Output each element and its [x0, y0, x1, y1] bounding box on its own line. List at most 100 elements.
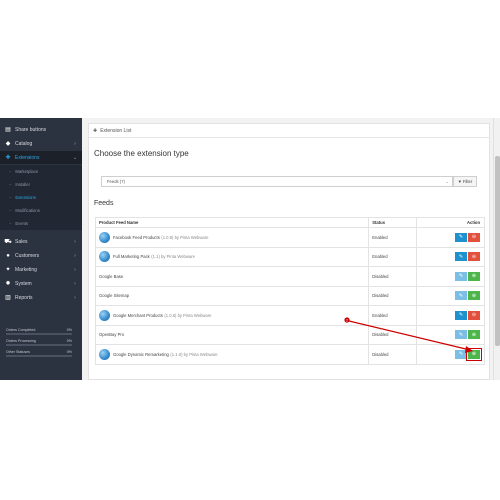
- feed-status: Enabled: [368, 305, 418, 326]
- pencil-icon: ✎: [458, 331, 464, 338]
- feed-name-cell: Facebook Feed Products (1.0.9) by Pinta …: [94, 227, 370, 248]
- puzzle-icon: ✚: [5, 155, 11, 161]
- sidebar-item-customers[interactable]: ● Customers ›: [0, 249, 82, 262]
- table-row: Google Base Disabled ✎ ⊕: [94, 266, 485, 287]
- sidebar-item-catalog[interactable]: ◆ Catalog ›: [0, 137, 82, 150]
- sidebar-subitem-label: Extensions: [15, 195, 36, 200]
- extension-type-select[interactable]: Feeds (7) ⌄: [101, 176, 453, 187]
- sidebar-subitem-installer[interactable]: – Installer: [0, 178, 82, 191]
- sidebar-item-marketing[interactable]: ✦ Marketing ›: [0, 263, 82, 276]
- pencil-icon: ✎: [458, 312, 464, 319]
- order-stat-progress: [6, 333, 72, 335]
- order-stat-value: 0%: [66, 339, 72, 343]
- pencil-icon: ✎: [458, 292, 464, 299]
- feed-name: OpenBay Pro: [99, 332, 125, 338]
- feed-name-cell: OpenBay Pro: [94, 324, 370, 345]
- uninstall-button[interactable]: ⊖: [468, 252, 480, 262]
- pinta-logo-icon: [99, 348, 110, 360]
- install-button[interactable]: ⊕: [468, 291, 480, 301]
- chevron-right-icon: ›: [74, 266, 76, 273]
- feeds-section-title: Feeds: [94, 200, 114, 207]
- cog-icon: ✹: [5, 281, 11, 287]
- feed-name-wrap: OpenBay Pro: [99, 332, 368, 337]
- cart-icon: ⛟: [4, 238, 12, 245]
- uninstall-button[interactable]: ⊖: [468, 310, 480, 320]
- sidebar-item-share-buttons[interactable]: ▤ Share buttons: [0, 123, 82, 136]
- scrollbar-thumb[interactable]: [495, 156, 500, 346]
- chevron-right-icon: ›: [74, 252, 76, 259]
- extension-list-panel: ✚ Extension List Choose the extension ty…: [88, 123, 490, 380]
- sidebar-subitem-label: Marketplace: [15, 169, 39, 174]
- tag-icon: ◆: [5, 141, 11, 147]
- edit-button[interactable]: ✎: [455, 271, 467, 281]
- order-stat-value: 0%: [66, 350, 72, 354]
- sidebar-subitem-modifications[interactable]: – Modifications: [0, 204, 82, 217]
- feed-name: Facebook Feed Products: [113, 234, 160, 240]
- pinta-logo-icon: [99, 231, 110, 243]
- page-scrollbar[interactable]: [493, 118, 500, 380]
- chevron-right-icon: ›: [74, 280, 76, 287]
- table-row: Full Marketing Pack (1.1) by Pinta Webwa…: [94, 246, 485, 267]
- pinta-logo-icon: [99, 309, 110, 321]
- feed-name-cell: Google Base: [94, 266, 370, 287]
- table-row: Google Dynamic Remarketing (1.1.0) by Pi…: [94, 344, 485, 365]
- order-stat: Orders Completed 0%: [6, 328, 72, 337]
- edit-button[interactable]: ✎: [455, 310, 467, 320]
- uninstall-button[interactable]: ⊖: [468, 232, 480, 242]
- feed-name-cell: Full Marketing Pack (1.1) by Pinta Webwa…: [94, 246, 370, 267]
- sidebar-item-reports[interactable]: ▥ Reports ›: [0, 291, 82, 304]
- feed-status: Disabled: [368, 285, 418, 306]
- chevron-right-icon: ›: [74, 294, 76, 301]
- sidebar-item-label: Sales: [15, 238, 28, 245]
- sidebar-subitem-marketplace[interactable]: – Marketplace: [0, 165, 82, 178]
- pencil-icon: ✎: [458, 273, 464, 280]
- feed-status: Enabled: [368, 246, 418, 267]
- bar-chart-icon: ▥: [5, 295, 11, 301]
- install-button[interactable]: ⊕: [466, 347, 482, 361]
- sidebar-subitem-label: Modifications: [15, 208, 40, 213]
- table-header-row: Product Feed Name Status Action: [94, 217, 485, 228]
- feed-status: Disabled: [368, 266, 418, 287]
- feed-name: Google Merchant Products: [113, 312, 163, 318]
- sidebar-item-extensions[interactable]: ✚ Extensions ⌄: [0, 151, 82, 164]
- edit-button[interactable]: ✎: [455, 349, 467, 359]
- feed-status: Disabled: [368, 324, 418, 345]
- sidebar-item-system[interactable]: ✹ System ›: [0, 277, 82, 290]
- share-icon: ▤: [5, 127, 11, 133]
- order-stat: Orders Processing 0%: [6, 339, 72, 348]
- sidebar-subitem-label: Installer: [15, 182, 31, 187]
- install-button[interactable]: ⊕: [468, 330, 480, 340]
- feed-actions: ✎ ⊖: [416, 227, 485, 248]
- screenshot-canvas: ▤Share buttons◆Catalog›✚Extensions⌄▭Desi…: [0, 0, 500, 500]
- edit-button[interactable]: ✎: [455, 330, 467, 340]
- feed-version: (1.0.6) by Pinta Webware: [164, 312, 212, 318]
- feed-name-cell: Google Sitemap: [94, 285, 370, 306]
- sidebar-subitem-extensions[interactable]: – Extensions: [0, 191, 82, 204]
- feed-name-wrap: Full Marketing Pack (1.1) by Pinta Webwa…: [99, 251, 368, 263]
- feeds-table: Product Feed Name Status Action Facebook…: [94, 217, 485, 365]
- feed-actions: ✎ ⊖: [416, 305, 485, 326]
- subitem-bullet-icon: –: [9, 169, 12, 174]
- puzzle-icon: ✚: [93, 127, 98, 134]
- subitem-bullet-icon: –: [9, 208, 12, 213]
- filter-button[interactable]: ▼ Filter: [453, 176, 477, 187]
- edit-button[interactable]: ✎: [455, 291, 467, 301]
- sidebar-item-sales[interactable]: ⛟ Sales ›: [0, 235, 82, 248]
- column-header-name: Product Feed Name: [94, 217, 370, 228]
- extension-type-select-value: Feeds (7): [107, 179, 125, 184]
- feed-name: Google Dynamic Remarketing: [113, 351, 169, 357]
- panel-heading-text: Extension List: [100, 127, 132, 134]
- feed-name-wrap: Google Base: [99, 274, 368, 279]
- feed-actions: ✎ ⊕: [416, 266, 485, 287]
- pinta-logo-icon: [99, 251, 110, 263]
- install-button[interactable]: ⊕: [468, 271, 480, 281]
- choose-extension-type-title: Choose the extension type: [94, 149, 189, 158]
- sidebar-item-label: System: [15, 280, 32, 287]
- edit-button[interactable]: ✎: [455, 232, 467, 242]
- sidebar-subitem-events[interactable]: – Events: [0, 217, 82, 230]
- chevron-right-icon: ›: [74, 140, 76, 147]
- filter-button-label: Filter: [462, 179, 473, 184]
- sidebar-item-label: Extensions: [15, 154, 40, 161]
- edit-button[interactable]: ✎: [455, 252, 467, 262]
- minus-circle-icon: ⊖: [471, 312, 477, 319]
